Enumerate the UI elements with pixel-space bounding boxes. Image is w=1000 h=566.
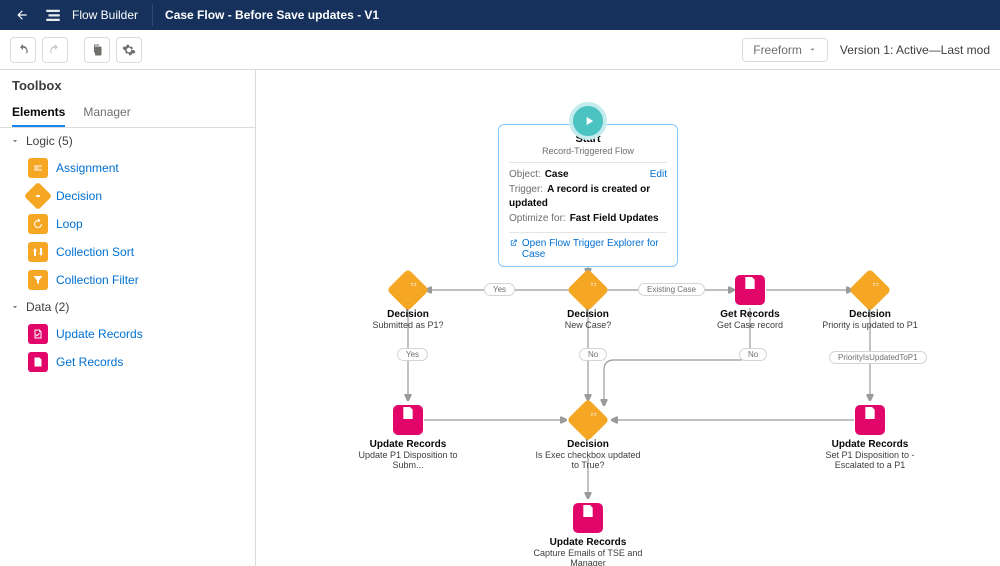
decision-icon [24,182,52,210]
open-flow-trigger-explorer-link[interactable]: Open Flow Trigger Explorer for Case [509,232,667,260]
element-collection-sort[interactable]: Collection Sort [18,238,255,266]
app-header: Flow Builder Case Flow - Before Save upd… [0,0,1000,30]
edge-label-no-2: No [739,348,767,361]
element-loop[interactable]: Loop [18,210,255,238]
loop-icon [28,214,48,234]
sidebar-title: Toolbox [0,70,255,99]
toolbar: Freeform Version 1: Active—Last mod [0,30,1000,70]
edge-label-no-1: No [579,348,607,361]
start-run-button[interactable] [569,102,607,140]
filter-icon [28,270,48,290]
node-update-set-p1[interactable]: Update Records Set P1 Disposition to - E… [815,404,925,470]
edge-label-yes-1: Yes [484,283,515,296]
settings-button[interactable] [116,37,142,63]
edge-label-yes-2: Yes [397,348,428,361]
get-records-icon [28,352,48,372]
node-decision-priority-p1[interactable]: Decision Priority is updated to P1 [815,274,925,330]
back-arrow-icon [15,8,29,22]
node-decision-exec-checkbox[interactable]: Decision Is Exec checkbox updated to Tru… [533,404,643,470]
node-update-p1-disposition[interactable]: Update Records Update P1 Disposition to … [353,404,463,470]
element-get-records[interactable]: Get Records [18,348,255,376]
version-text: Version 1: Active—Last mod [840,43,990,57]
start-subtitle: Record-Triggered Flow [509,146,667,156]
clipboard-icon [91,44,103,56]
assignment-icon [28,158,48,178]
sort-icon [28,242,48,262]
tab-elements[interactable]: Elements [12,99,65,127]
node-get-case-record[interactable]: Get Records Get Case record [695,274,805,330]
node-update-capture-emails[interactable]: Update Records Capture Emails of TSE and… [533,502,643,566]
element-update-records[interactable]: Update Records [18,320,255,348]
redo-button[interactable] [42,37,68,63]
category-logic-label: Logic (5) [26,134,73,148]
chevron-down-icon [808,45,817,54]
undo-button[interactable] [10,37,36,63]
chevron-down-icon [10,302,20,312]
chevron-down-icon [10,136,20,146]
element-decision[interactable]: Decision [18,182,255,210]
element-assignment[interactable]: Assignment [18,154,255,182]
flow-canvas[interactable]: Start Record-Triggered Flow Object:CaseE… [256,70,1000,566]
back-button[interactable] [10,3,34,27]
start-edit-link[interactable]: Edit [650,168,667,183]
node-decision-submitted-p1[interactable]: Decision Submitted as P1? [353,274,463,330]
edge-label-priority-updated: PriorityIsUpdatedToP1 [829,351,927,364]
sidebar-tabs: Elements Manager [0,99,255,128]
app-logo-icon [42,4,64,26]
flow-title: Case Flow - Before Save updates - V1 [165,8,379,22]
external-link-icon [509,238,518,248]
play-icon [582,114,596,128]
layout-mode-dropdown[interactable]: Freeform [742,38,828,62]
start-node-card[interactable]: Start Record-Triggered Flow Object:CaseE… [498,124,678,267]
node-decision-new-case[interactable]: Decision New Case? [533,274,643,330]
gear-icon [122,43,136,57]
category-logic-header[interactable]: Logic (5) [0,128,255,154]
element-collection-filter[interactable]: Collection Filter [18,266,255,294]
redo-icon [48,43,62,57]
tab-manager[interactable]: Manager [83,99,130,127]
layout-mode-label: Freeform [753,43,802,57]
header-divider [152,4,153,26]
undo-icon [16,43,30,57]
update-records-icon [28,324,48,344]
clipboard-button[interactable] [84,37,110,63]
sidebar-toolbox: Toolbox Elements Manager Logic (5) Assig… [0,70,256,566]
app-name: Flow Builder [72,8,138,22]
category-data-header[interactable]: Data (2) [0,294,255,320]
edge-label-existing-case: Existing Case [638,283,705,296]
category-data-label: Data (2) [26,300,69,314]
